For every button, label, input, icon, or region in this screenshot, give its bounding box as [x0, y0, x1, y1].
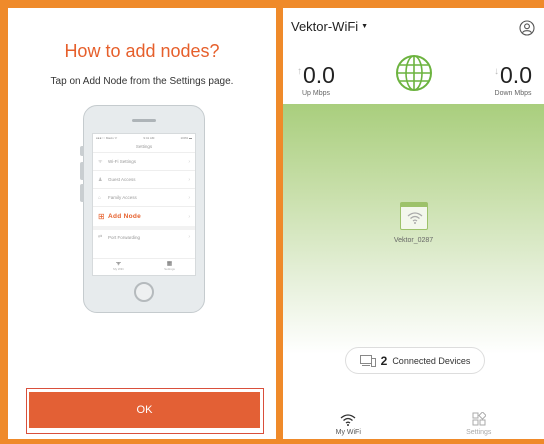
connected-devices-label: Connected Devices — [392, 355, 471, 366]
phone-tab-my-wifi: ᯤ My WiFi — [93, 259, 144, 275]
menu-label: Family Access — [108, 195, 137, 200]
download-speed-value: 0.0 — [500, 62, 532, 88]
upload-speed-value: 0.0 — [303, 62, 335, 88]
phone-screen: ●●●○○ Maxis ᯤ 9:41 AM 100% ▬ Settings ᯤ … — [92, 133, 196, 276]
settings-grid-icon — [472, 412, 486, 426]
upload-speed: ↑ 0.0 Up Mbps — [297, 62, 335, 97]
devices-icon — [359, 354, 376, 367]
menu-label: Add Node — [108, 213, 142, 220]
user-profile-icon[interactable] — [519, 20, 535, 36]
chevron-right-icon: › — [188, 194, 190, 201]
status-battery: 100% ▬ — [180, 136, 192, 140]
help-instruction: Tap on Add Node from the Settings page. — [50, 76, 234, 87]
network-name: Vektor-WiFi — [291, 19, 359, 34]
menu-label: Port Forwarding — [108, 234, 141, 240]
phone-illustration: ●●●○○ Maxis ᯤ 9:41 AM 100% ▬ Settings ᯤ … — [80, 105, 205, 313]
add-node-icon: ⊞ — [98, 212, 105, 221]
phone-menu-family-access: ⌂ Family Access › — [93, 188, 195, 206]
phone-side-button — [80, 146, 84, 156]
chevron-right-icon: › — [188, 234, 190, 240]
phone-menu-add-node: ⊞ Add Node › — [93, 206, 195, 226]
wifi-icon — [407, 212, 423, 224]
arrow-down-icon: ↓ — [494, 66, 500, 77]
chevron-right-icon: › — [188, 158, 190, 165]
phone-side-button — [80, 184, 84, 202]
guest-icon: ♟ — [98, 176, 103, 183]
tab-my-wifi[interactable]: My WiFi — [283, 405, 414, 439]
phone-tab-settings: ▦ Settings — [144, 259, 195, 275]
download-speed-unit: Down Mbps — [494, 90, 532, 97]
connected-devices-count: 2 — [380, 353, 388, 368]
port-forwarding-icon: ⇄ — [98, 234, 103, 240]
tab-label: Settings — [164, 267, 175, 272]
help-panel: How to add nodes? Tap on Add Node from t… — [8, 8, 276, 439]
phone-tab-bar: ᯤ My WiFi ▦ Settings — [93, 258, 195, 275]
caret-down-icon: ▼ — [361, 23, 369, 30]
tab-label: My WiFi — [335, 429, 361, 436]
app-panel: Vektor-WiFi ▼ ↑ 0.0 Up Mbps ↓ 0.0 Down M… — [283, 8, 544, 439]
phone-menu-wifi-settings: ᯤ Wi-Fi Settings › — [93, 152, 195, 170]
upload-speed-unit: Up Mbps — [301, 90, 330, 97]
menu-label: Wi-Fi Settings — [108, 159, 137, 164]
tab-settings[interactable]: Settings — [414, 405, 544, 439]
chevron-right-icon: › — [188, 176, 190, 183]
phone-status-bar: ●●●○○ Maxis ᯤ 9:41 AM 100% ▬ — [93, 134, 195, 142]
wifi-icon: ᯤ — [98, 158, 103, 165]
node-name: Vektor_0287 — [393, 237, 434, 244]
status-carrier: ●●●○○ Maxis ᯤ — [96, 136, 118, 140]
connected-devices-button[interactable]: 2 Connected Devices — [345, 347, 485, 374]
ok-button[interactable]: OK — [29, 392, 260, 428]
network-selector[interactable]: Vektor-WiFi ▼ — [291, 19, 368, 34]
phone-menu-port-forwarding: ⇄ Port Forwarding › — [93, 226, 195, 244]
bottom-tab-bar: My WiFi Settings — [283, 405, 544, 439]
phone-side-button — [80, 162, 84, 180]
phone-screen-title: Settings — [135, 144, 153, 149]
download-speed: ↓ 0.0 Down Mbps — [494, 62, 532, 97]
arrow-up-icon: ↑ — [297, 66, 302, 77]
mesh-node[interactable] — [400, 202, 428, 230]
globe-icon[interactable] — [395, 54, 433, 92]
family-icon: ⌂ — [98, 194, 102, 201]
tab-label: Settings — [466, 429, 492, 436]
help-title: How to add nodes? — [64, 41, 220, 61]
chevron-right-icon: › — [188, 213, 190, 220]
phone-speaker — [132, 119, 156, 122]
phone-menu-guest-access: ♟ Guest Access › — [93, 170, 195, 188]
phone-home-button — [134, 282, 154, 302]
wifi-icon — [340, 414, 356, 426]
tab-label: My WiFi — [113, 267, 124, 272]
menu-label: Guest Access — [108, 177, 136, 182]
